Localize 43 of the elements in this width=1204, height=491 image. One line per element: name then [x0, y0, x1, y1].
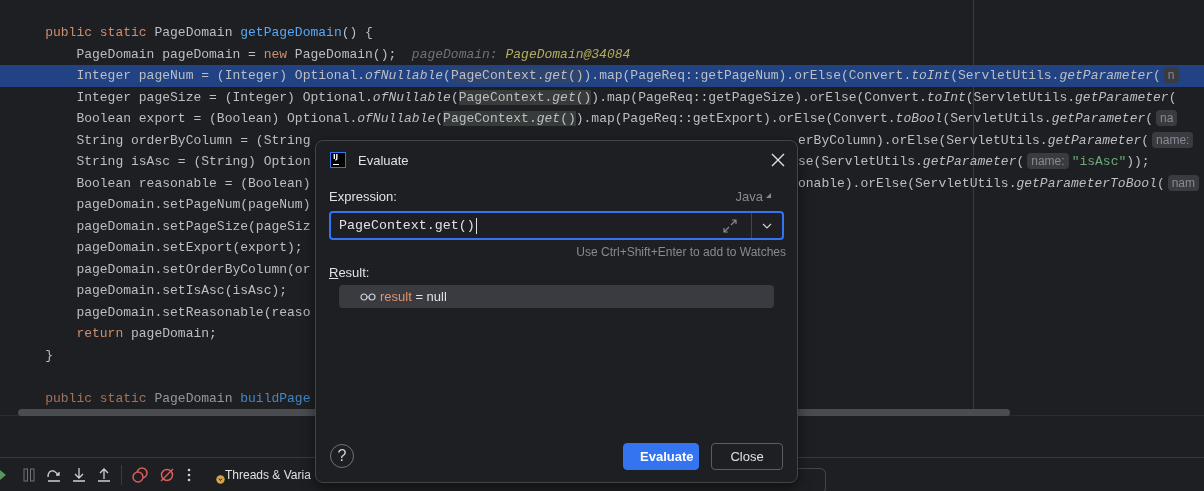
- code-line: PageDomain pageDomain = new PageDomain(); pageDomain: PageDomain@34084: [75, 45, 631, 64]
- code-line: public static PageDomain buildPage: [44, 389, 312, 408]
- expression-label: Expression:: [329, 188, 397, 204]
- evaluate-button[interactable]: Evaluate: [623, 442, 699, 470]
- code-line: pageDomain.setIsAsc(isAsc);: [75, 282, 288, 300]
- code-line: pageDomain.setPageNum(pageNum): [75, 196, 311, 214]
- caret-icon: [766, 193, 772, 199]
- code-line: pageDomain.setReasonable(reaso: [75, 303, 311, 322]
- code-line: Integer pageSize = (Integer) Optional.ofNullable(PageContext.get()).map(PageReq::getPageSize).orElse(Convert.toInt(ServletUtils.getParameter(: [75, 88, 1177, 107]
- breakpoints-icon[interactable]: [131, 465, 149, 484]
- close-icon[interactable]: [771, 153, 785, 167]
- code-line: pageDomain.setPageSize(pageSiz: [75, 217, 311, 236]
- hint-text: Use Ctrl+Shift+Enter to add to Watches: [576, 245, 786, 259]
- code-line: String orderByColumn = (String: [75, 131, 311, 150]
- code-line: Boolean reasonable = (Boolean): [75, 174, 311, 193]
- step-out-icon[interactable]: [96, 466, 112, 483]
- threads-variables-tab[interactable]: Threads & Varia: [216, 465, 311, 484]
- code-line: se(ServletUtils.getParameter( name: "isAsc"));: [798, 152, 1150, 171]
- code-line: pageDomain.setExport(export);: [75, 239, 303, 257]
- code-line: }: [44, 346, 53, 365]
- dialog-title: Evaluate: [358, 152, 410, 168]
- glasses-icon: [360, 292, 376, 301]
- result-text: result = null: [380, 289, 447, 304]
- more-icon[interactable]: [185, 466, 193, 483]
- result-row[interactable]: result = null: [339, 285, 774, 308]
- close-button[interactable]: Close: [711, 442, 783, 470]
- code-line: String isAsc = (String) Option: [75, 153, 311, 171]
- code-line: onable).orElse(ServletUtils.getParameterToBool( nam: [798, 172, 1203, 194]
- result-label: Result:: [329, 265, 371, 280]
- expression-field[interactable]: PageContext.get(): [329, 211, 784, 240]
- thread-icon: [216, 474, 225, 484]
- pause-icon[interactable]: [21, 466, 37, 483]
- mute-breakpoints-icon[interactable]: [158, 465, 176, 484]
- language-dropdown[interactable]: Java: [735, 188, 784, 204]
- chevron-down-icon[interactable]: [762, 222, 772, 229]
- expand-icon[interactable]: [723, 218, 737, 233]
- code-line: Integer pageNum = (Integer) Optional.ofNullable(PageContext.get()).map(PageReq::getPageNum).orElse(Convert.toInt(ServletUtils.getParameter( n: [14, 65, 1182, 87]
- code-line: erByColumn).orElse(ServletUtils.getParameter( name:: [798, 129, 1197, 151]
- step-into-icon[interactable]: [71, 466, 87, 483]
- code-line: pageDomain.setOrderByColumn(or: [75, 260, 311, 279]
- code-line: Boolean export = (Boolean) Optional.ofNullable(PageContext.get()).map(PageReq::getExport).orElse(Convert.toBool(ServletUtils.getParameter( na: [14, 108, 1181, 130]
- code-line: return pageDomain;: [75, 325, 217, 343]
- code-line: public static PageDomain getPageDomain() {: [44, 24, 373, 42]
